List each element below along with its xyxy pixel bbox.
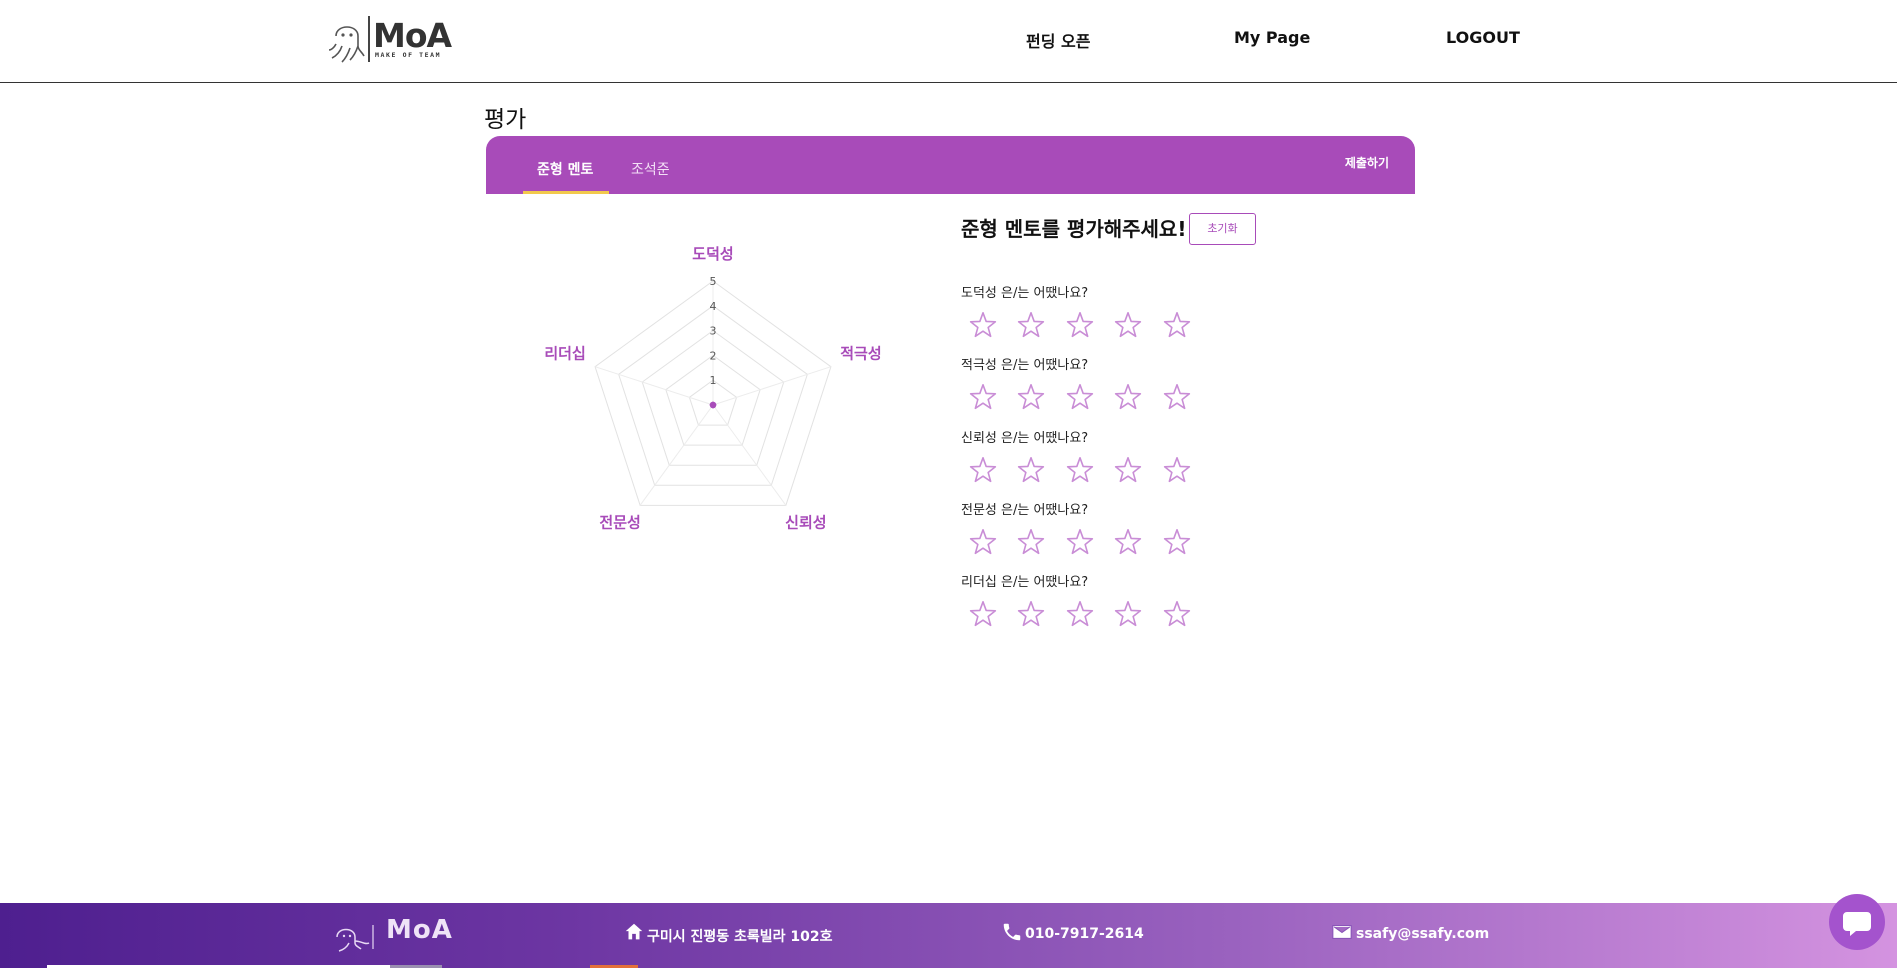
star-icon[interactable]	[968, 382, 998, 412]
question-label: 적극성 은/는 어땠나요?	[961, 358, 1089, 373]
star-rating[interactable]	[968, 310, 1208, 340]
chat-bubble-icon	[1843, 912, 1871, 936]
star-icon[interactable]	[1162, 599, 1192, 629]
submit-button[interactable]: 제출하기	[1345, 154, 1389, 171]
star-icon[interactable]	[1065, 455, 1095, 485]
logo-wordmark: MoA	[373, 16, 452, 55]
star-icon[interactable]	[968, 310, 998, 340]
radar-tick-label: 4	[710, 300, 717, 313]
footer: MoA 구미시 진평동 초록빌라 102호 010-7917-2614 ssaf…	[0, 903, 1897, 968]
star-icon[interactable]	[968, 599, 998, 629]
star-icon[interactable]	[1113, 527, 1143, 557]
star-icon[interactable]	[1016, 599, 1046, 629]
star-rating[interactable]	[968, 382, 1208, 412]
mail-icon	[1332, 925, 1352, 939]
radar-chart: 1 2 3 4 5 도덕성적극성신뢰성 전문성 리더십	[544, 245, 881, 531]
radar-spoke	[639, 404, 714, 506]
radar-tick-label: 1	[710, 374, 717, 387]
radar-point	[709, 401, 717, 409]
radar-tick-label: 5	[710, 275, 717, 288]
nav-logout[interactable]: LOGOUT	[1446, 28, 1520, 47]
footer-logo-word: MoA	[386, 915, 453, 945]
star-icon[interactable]	[968, 527, 998, 557]
radar-axis-label: 적극성	[840, 345, 881, 363]
star-icon[interactable]	[1162, 382, 1192, 412]
ghost-octopus-icon	[328, 26, 365, 63]
question-label: 신뢰성 은/는 어땠나요?	[961, 431, 1089, 446]
radar-axis-label: 신뢰성	[785, 513, 826, 531]
star-icon[interactable]	[1065, 310, 1095, 340]
footer-phone: 010-7917-2614	[1025, 926, 1144, 942]
radar-spoke	[712, 366, 832, 406]
star-icon[interactable]	[1162, 455, 1192, 485]
moa-logo[interactable]: MoA MAKE OF TEAM	[328, 14, 456, 66]
footer-email: ssafy@ssafy.com	[1356, 926, 1490, 942]
page-title: 평가	[484, 107, 527, 133]
star-icon[interactable]	[1162, 310, 1192, 340]
phone-icon	[1003, 923, 1021, 941]
star-icon[interactable]	[1065, 527, 1095, 557]
star-rating[interactable]	[968, 527, 1208, 557]
question-label: 리더십 은/는 어땠나요?	[961, 575, 1089, 590]
footer-address: 구미시 진평동 초록빌라 102호	[647, 929, 833, 945]
star-icon[interactable]	[1113, 382, 1143, 412]
logo-tagline: MAKE OF TEAM	[375, 51, 442, 59]
star-icon[interactable]	[1016, 310, 1046, 340]
star-icon[interactable]	[1113, 310, 1143, 340]
radar-spoke	[712, 404, 787, 506]
star-icon[interactable]	[1016, 455, 1046, 485]
star-icon[interactable]	[1065, 382, 1095, 412]
nav-my-page[interactable]: My Page	[1234, 28, 1310, 47]
chat-button[interactable]	[1829, 894, 1885, 950]
home-icon	[625, 923, 643, 940]
reset-button[interactable]: 초기화	[1189, 213, 1256, 245]
star-rating[interactable]	[968, 599, 1208, 629]
star-icon[interactable]	[968, 455, 998, 485]
tab-jo-seokjun[interactable]: 조석준	[631, 159, 670, 179]
evaluation-title: 준형 멘토를 평가해주세요!	[961, 217, 1187, 241]
star-icon[interactable]	[1016, 382, 1046, 412]
nav-funding-open[interactable]: 펀딩 오픈	[1026, 28, 1090, 52]
radar-tick-label: 2	[710, 349, 717, 362]
radar-axis-label: 리더십	[544, 345, 585, 363]
star-rating[interactable]	[968, 455, 1208, 485]
radar-axis-label: 전문성	[599, 513, 640, 531]
question-label: 도덕성 은/는 어땠나요?	[961, 286, 1089, 301]
tab-bar: 준형 멘토 조석준 제출하기	[486, 136, 1415, 194]
radar-axis-label: 도덕성	[692, 245, 733, 263]
star-icon[interactable]	[1162, 527, 1192, 557]
star-icon[interactable]	[1016, 527, 1046, 557]
header: MoA MAKE OF TEAM 펀딩 오픈 My Page LOGOUT	[0, 0, 1897, 83]
star-icon[interactable]	[1065, 599, 1095, 629]
active-tab-indicator	[523, 191, 609, 194]
radar-spoke	[594, 366, 714, 406]
logo-divider	[368, 16, 370, 62]
tab-mentor-junhyung[interactable]: 준형 멘토	[537, 159, 593, 179]
star-icon[interactable]	[1113, 599, 1143, 629]
radar-tick-label: 3	[710, 325, 717, 338]
question-label: 전문성 은/는 어땠나요?	[961, 503, 1089, 518]
star-icon[interactable]	[1113, 455, 1143, 485]
